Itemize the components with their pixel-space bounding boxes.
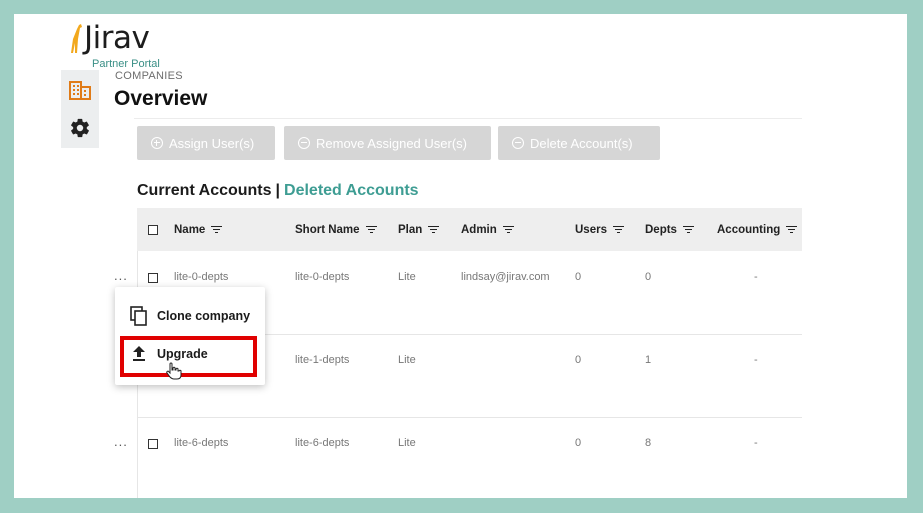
column-header-users[interactable]: Users (575, 208, 624, 251)
tab-current-accounts[interactable]: Current Accounts (137, 182, 272, 199)
minus-circle-icon (512, 137, 524, 149)
hand-cursor-icon (166, 362, 182, 380)
filter-icon[interactable] (211, 224, 223, 236)
cell-depts: 8 (645, 437, 652, 449)
delete-accounts-button[interactable]: Delete Account(s) (498, 126, 660, 160)
gear-icon[interactable] (68, 116, 92, 140)
accounts-tabs: Current Accounts | Deleted Accounts (137, 182, 419, 200)
select-all-checkbox[interactable] (148, 208, 158, 251)
highlight-box (120, 336, 257, 377)
filter-icon[interactable] (612, 224, 624, 236)
cell-accounting: - (754, 354, 758, 366)
cell-short-name: lite-6-depts (295, 437, 350, 449)
row-checkbox[interactable] (148, 439, 158, 449)
delete-accounts-label: Delete Account(s) (530, 135, 633, 151)
column-header-short-name[interactable]: Short Name (295, 208, 377, 251)
cell-admin: lindsay@jirav.com (461, 271, 550, 283)
row-actions-menu-icon[interactable]: ... (114, 268, 128, 283)
cell-plan: Lite (398, 354, 416, 366)
clone-company-menu-item[interactable]: Clone company (115, 299, 265, 333)
cell-users: 0 (575, 437, 582, 449)
filter-icon[interactable] (428, 224, 440, 236)
building-icon[interactable] (68, 78, 92, 102)
tab-separator: | (275, 182, 281, 199)
row-actions-menu-icon[interactable]: ... (114, 434, 128, 449)
cell-users: 0 (575, 271, 582, 283)
row-checkbox[interactable] (148, 273, 158, 283)
remove-users-label: Remove Assigned User(s) (316, 135, 467, 151)
assign-users-label: Assign User(s) (169, 135, 255, 151)
plus-circle-icon (151, 137, 163, 149)
minus-circle-icon (298, 137, 310, 149)
side-rail (61, 70, 99, 148)
brand-subtitle: Partner Portal (92, 58, 160, 70)
tab-deleted-accounts[interactable]: Deleted Accounts (284, 182, 419, 199)
brand-name: Jirav (84, 20, 150, 56)
cell-depts: 1 (645, 354, 652, 366)
breadcrumb[interactable]: COMPANIES (115, 70, 183, 82)
cell-accounting: - (754, 437, 758, 449)
cell-short-name: lite-1-depts (295, 354, 350, 366)
remove-users-button[interactable]: Remove Assigned User(s) (284, 126, 491, 160)
divider (134, 118, 802, 119)
column-header-accounting[interactable]: Accounting (717, 208, 798, 251)
filter-icon[interactable] (365, 224, 377, 236)
copy-icon (129, 306, 149, 326)
filter-icon[interactable] (786, 224, 798, 236)
assign-users-button[interactable]: Assign User(s) (137, 126, 275, 160)
filter-icon[interactable] (502, 224, 514, 236)
table-row[interactable]: lite-6-depts lite-6-depts Lite 0 8 - (137, 417, 802, 498)
clone-company-label: Clone company (157, 309, 251, 323)
cell-name: lite-6-depts (174, 437, 229, 449)
page-title: Overview (114, 87, 208, 110)
column-header-plan[interactable]: Plan (398, 208, 440, 251)
column-header-depts[interactable]: Depts (645, 208, 694, 251)
cell-name: lite-0-depts (174, 271, 229, 283)
cell-users: 0 (575, 354, 582, 366)
cell-plan: Lite (398, 271, 416, 283)
column-header-admin[interactable]: Admin (461, 208, 514, 251)
cell-plan: Lite (398, 437, 416, 449)
table-header: Name Short Name Plan Admin Users Depts A… (137, 208, 802, 251)
column-header-name[interactable]: Name (174, 208, 223, 251)
app-window: Jirav Partner Portal COMPANIES Overview … (14, 14, 907, 498)
filter-icon[interactable] (682, 224, 694, 236)
cell-accounting: - (754, 271, 758, 283)
cell-depts: 0 (645, 271, 652, 283)
cell-short-name: lite-0-depts (295, 271, 350, 283)
